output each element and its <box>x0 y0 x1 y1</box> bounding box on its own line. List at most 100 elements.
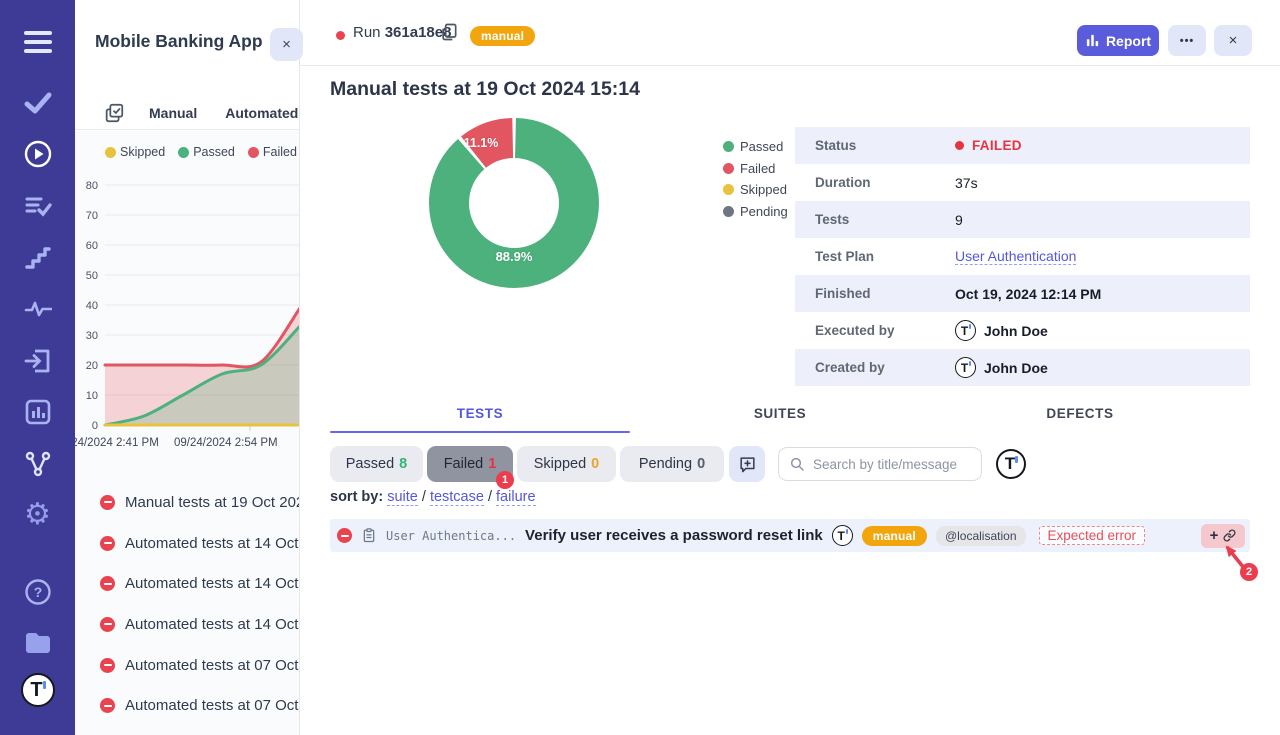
gear-icon[interactable]: ⚙ <box>0 498 75 532</box>
filter-pending-button[interactable]: Pending0 <box>620 446 724 482</box>
svg-text:70: 70 <box>86 210 98 222</box>
search-container <box>778 447 982 481</box>
project-panel: Mobile Banking App × Manual Automated Sk… <box>75 0 300 735</box>
bar-chart-icon[interactable] <box>0 395 75 429</box>
failed-status-icon <box>100 495 115 510</box>
filter-count: 1 <box>488 456 496 472</box>
run-list-item[interactable]: Manual tests at 19 Oct 2024 <box>75 482 299 523</box>
stat-label: Status <box>795 138 955 153</box>
help-icon[interactable]: ? <box>0 575 75 609</box>
panel-collapse-button[interactable]: × <box>270 28 303 61</box>
failed-status-icon <box>100 698 115 713</box>
run-list-item[interactable]: Automated tests at 07 Oct 2 <box>75 685 299 726</box>
stat-label: Finished <box>795 286 955 301</box>
run-item-label: Automated tests at 14 Oct 2 <box>125 616 299 633</box>
add-comment-button[interactable] <box>729 446 765 482</box>
sort-by-testcase-link[interactable]: testcase <box>430 489 484 506</box>
legend-label: Pending <box>740 204 788 219</box>
menu-icon[interactable] <box>0 25 75 59</box>
sort-separator: / <box>488 489 492 505</box>
run-item-label: Automated tests at 07 Oct 2 <box>125 697 299 714</box>
filter-passed-button[interactable]: Passed8 <box>330 446 423 482</box>
comment-plus-icon <box>738 455 757 474</box>
test-result-row[interactable]: User Authentica... Verify user receives … <box>330 519 1250 552</box>
play-circle-icon[interactable] <box>0 137 75 171</box>
branch-icon[interactable] <box>0 447 75 481</box>
donut-failed-label: 11.1% <box>458 136 504 150</box>
assignee-avatar[interactable]: T <box>996 449 1026 479</box>
run-list-item[interactable]: Automated tests at 14 Oct 2 <box>75 604 299 645</box>
checkbox-multiple-icon <box>103 102 125 124</box>
copy-run-id-button[interactable] <box>436 20 462 46</box>
close-run-button[interactable]: × <box>1214 25 1252 56</box>
tab-defects[interactable]: DEFECTS <box>930 400 1230 433</box>
testomat-logo-icon[interactable]: T <box>0 673 75 707</box>
svg-text:40: 40 <box>86 300 98 312</box>
projects-folder-icon[interactable] <box>0 626 75 660</box>
filter-label: Failed <box>444 456 484 472</box>
tab-tests[interactable]: TESTS <box>330 400 630 433</box>
status-badge: FAILED <box>972 138 1022 153</box>
sort-by-suite-link[interactable]: suite <box>387 489 418 506</box>
tab-automated[interactable]: Automated <box>225 105 298 121</box>
runs-trend-chart: 01020304050607080 <box>75 175 299 437</box>
stat-label: Created by <box>795 360 955 375</box>
suite-name[interactable]: User Authentica... <box>386 529 516 543</box>
filter-label: Skipped <box>534 456 586 472</box>
run-type-tabs: Manual Automated <box>75 96 300 130</box>
test-list-icon[interactable] <box>0 189 75 223</box>
run-item-label: Automated tests at 14 Oct 2 <box>125 575 299 592</box>
legend-item-pending: Pending <box>723 201 788 223</box>
filter-label: Passed <box>346 456 394 472</box>
sort-separator: / <box>422 489 426 505</box>
run-list-item[interactable]: Automated tests at 07 Oct 2 <box>75 645 299 686</box>
test-title[interactable]: Verify user receives a password reset li… <box>525 527 823 544</box>
sort-by-failure-link[interactable]: failure <box>496 489 536 506</box>
search-icon <box>789 456 805 472</box>
tab-manual[interactable]: Manual <box>149 105 197 121</box>
results-donut-chart: 11.1% 88.9% <box>429 118 599 288</box>
user-avatar: T <box>955 357 976 378</box>
tag-badge[interactable]: @localisation <box>936 526 1026 546</box>
annotation-step-1: 1 <box>496 471 514 489</box>
failed-status-icon <box>100 536 115 551</box>
pending-dot-icon <box>723 206 734 217</box>
legend-item-failed: Failed <box>723 158 788 180</box>
more-options-button[interactable]: ••• <box>1168 25 1206 56</box>
annotation-step-2: 2 <box>1240 563 1258 581</box>
manual-badge: manual <box>470 26 535 46</box>
run-stats-table: Status FAILED Duration 37s Tests 9 Test … <box>795 127 1250 386</box>
pulse-icon[interactable] <box>0 292 75 326</box>
error-message-badge[interactable]: Expected error <box>1039 526 1146 545</box>
report-chart-icon <box>1085 33 1100 48</box>
run-list-item[interactable]: Automated tests at 14 Oct 2 <box>75 523 299 564</box>
report-button-label: Report <box>1106 33 1151 49</box>
search-input[interactable] <box>778 447 982 481</box>
passed-dot-icon <box>178 147 189 158</box>
failed-dot-icon <box>248 147 259 158</box>
assignee-avatar: T <box>832 525 853 546</box>
failed-status-icon <box>337 528 352 543</box>
svg-text:50: 50 <box>86 270 98 282</box>
sign-in-icon[interactable] <box>0 344 75 378</box>
tab-suites[interactable]: SUITES <box>630 400 930 433</box>
legend-label: Passed <box>193 145 235 159</box>
skipped-dot-icon <box>723 184 734 195</box>
test-plan-link[interactable]: User Authentication <box>955 248 1076 265</box>
run-list-item[interactable]: Automated tests at 14 Oct 2 <box>75 563 299 604</box>
svg-text:60: 60 <box>86 240 98 252</box>
project-title: Mobile Banking App <box>95 31 263 52</box>
filter-skipped-button[interactable]: Skipped0 <box>517 446 616 482</box>
failed-dot-icon <box>723 163 734 174</box>
run-history-list: Manual tests at 19 Oct 2024 Automated te… <box>75 482 299 726</box>
passed-dot-icon <box>723 141 734 152</box>
steps-icon[interactable] <box>0 241 75 275</box>
svg-text:0: 0 <box>92 420 98 432</box>
legend-item-skipped: Skipped <box>723 179 788 201</box>
donut-legend: Passed Failed Skipped Pending <box>723 136 788 222</box>
clipboard-icon <box>361 527 377 544</box>
trend-x-axis: /24/2024 2:41 PM 09/24/2024 2:54 PM <box>75 437 299 453</box>
stat-label: Executed by <box>795 323 955 338</box>
check-icon[interactable] <box>0 86 75 120</box>
report-button[interactable]: Report <box>1077 25 1159 56</box>
